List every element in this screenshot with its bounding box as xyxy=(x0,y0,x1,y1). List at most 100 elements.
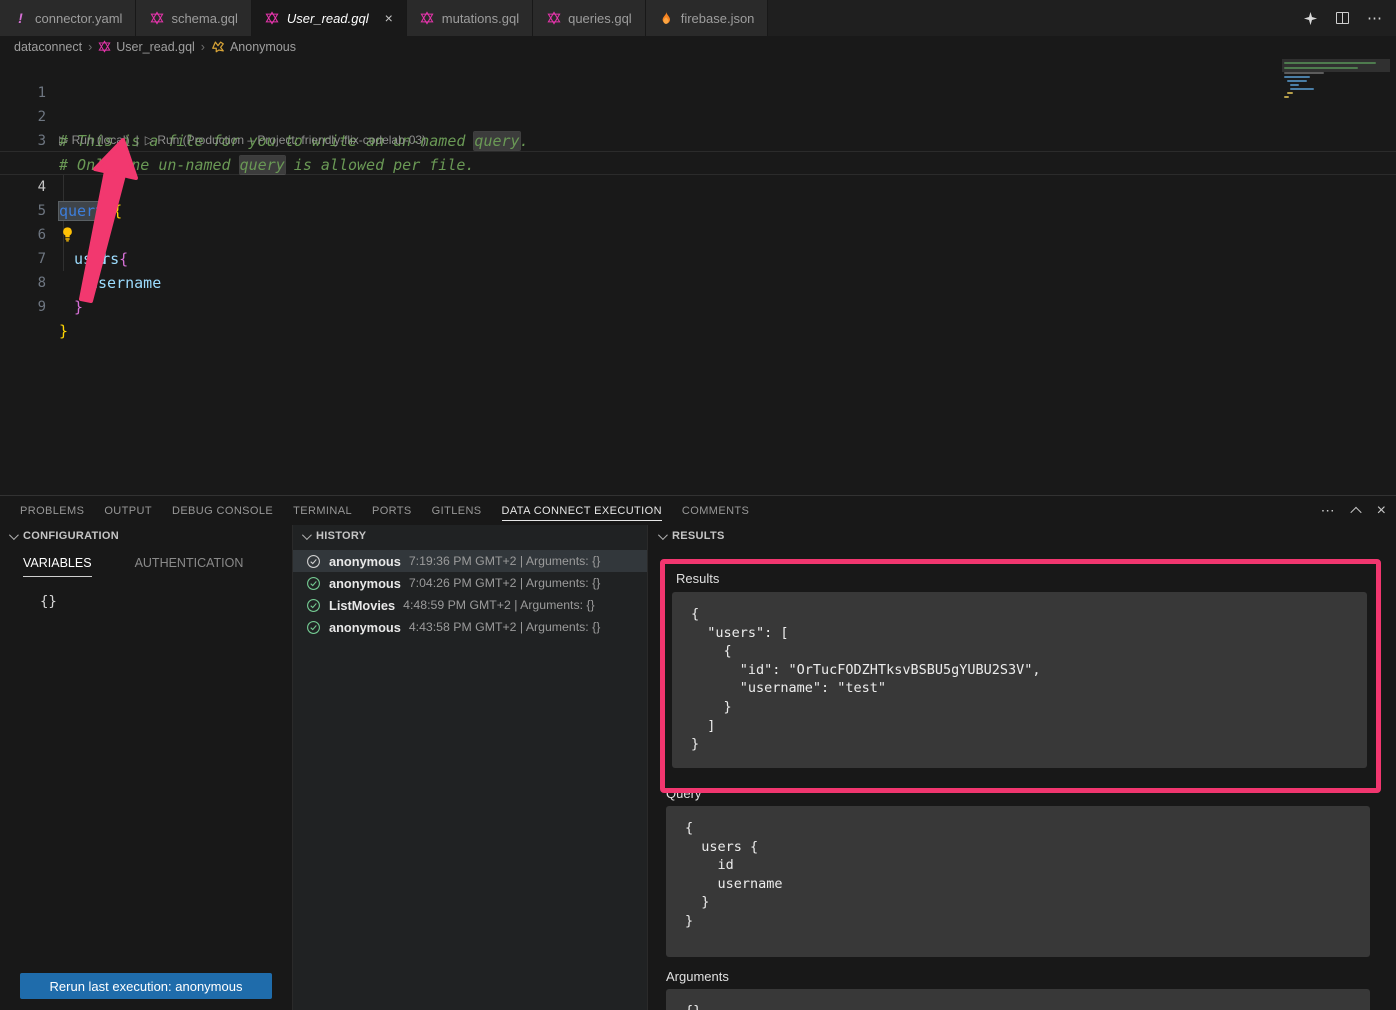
breadcrumb-item-symbol[interactable]: Anonymous xyxy=(230,40,296,54)
chevron-down-icon xyxy=(658,530,668,540)
breadcrumb-item-file[interactable]: User_read.gql xyxy=(116,40,195,54)
check-circle-icon xyxy=(306,554,321,569)
graphql-icon xyxy=(149,11,164,26)
tab-mutations-gql[interactable]: mutations.gql xyxy=(407,0,533,36)
tab-label: queries.gql xyxy=(568,11,632,26)
graphql-icon xyxy=(265,11,280,26)
results-json: { "users": [ { "id": "OrTucFODZHTksvBSBU… xyxy=(672,592,1367,754)
results-json-box: { "users": [ { "id": "OrTucFODZHTksvBSBU… xyxy=(672,592,1367,768)
check-circle-icon xyxy=(306,576,321,591)
tab-queries-gql[interactable]: queries.gql xyxy=(533,0,646,36)
tab-label: User_read.gql xyxy=(287,11,369,26)
graphql-icon xyxy=(98,40,111,53)
code-line-2: 2 # This is a file for you to write an u… xyxy=(0,81,1396,105)
yaml-warning-icon: ! xyxy=(13,11,28,26)
configuration-header[interactable]: CONFIGURATION xyxy=(0,525,292,547)
editor-tab-bar: ! connector.yaml schema.gql User_read.gq… xyxy=(0,0,1396,36)
breadcrumb-item-folder[interactable]: dataconnect xyxy=(14,40,82,54)
tab-authentication[interactable]: AUTHENTICATION xyxy=(135,556,244,577)
close-icon[interactable]: × xyxy=(385,11,393,25)
panel-controls: ⋯ × xyxy=(1321,496,1386,525)
close-brace: } xyxy=(59,322,68,340)
chevron-right-icon: › xyxy=(201,40,205,54)
annotation-highlight-box: Results { "users": [ { "id": "OrTucFODZH… xyxy=(660,559,1381,793)
query-text: { users { id username } } xyxy=(666,806,1370,931)
panel-tab-output[interactable]: OUTPUT xyxy=(94,496,162,525)
code-line-3: 3 # Only one un-named query is allowed p… xyxy=(0,105,1396,129)
tab-variables[interactable]: VARIABLES xyxy=(23,556,92,577)
minimap-slider[interactable] xyxy=(1282,59,1390,72)
history-section: HISTORY anonymous 7:19:36 PM GMT+2 | Arg… xyxy=(292,525,648,1010)
close-panel-icon[interactable]: × xyxy=(1377,502,1386,520)
split-editor-icon[interactable] xyxy=(1336,12,1349,24)
tab-firebase-json[interactable]: firebase.json xyxy=(646,0,769,36)
comment-text: . xyxy=(520,132,529,150)
tab-label: connector.yaml xyxy=(35,11,122,26)
code-line-4: 4 query { xyxy=(0,151,1396,175)
panel-tab-gitlens[interactable]: GITLENS xyxy=(422,496,492,525)
results-label: Results xyxy=(665,564,1376,586)
editor-actions: ⋯ xyxy=(1303,0,1396,36)
tab-user-read-gql[interactable]: User_read.gql × xyxy=(252,0,407,36)
panel-more-icon[interactable]: ⋯ xyxy=(1321,502,1335,519)
query-box: { users { id username } } xyxy=(666,806,1370,957)
panel-tab-data-connect-execution[interactable]: DATA CONNECT EXECUTION xyxy=(492,496,672,525)
symbol-operation-icon xyxy=(211,40,225,53)
code-line-9: 9 } xyxy=(0,271,1396,295)
highlighted-word: query xyxy=(474,132,519,150)
history-item[interactable]: anonymous 7:04:26 PM GMT+2 | Arguments: … xyxy=(293,572,647,594)
tab-label: schema.gql xyxy=(171,11,237,26)
panel-tab-bar: PROBLEMS OUTPUT DEBUG CONSOLE TERMINAL P… xyxy=(0,496,1306,525)
arguments-text: {} xyxy=(666,989,1370,1010)
panel-tab-ports[interactable]: PORTS xyxy=(362,496,422,525)
run-icon: ▷ xyxy=(59,133,68,147)
tab-connector-yaml[interactable]: ! connector.yaml xyxy=(0,0,136,36)
history-item[interactable]: anonymous 4:43:58 PM GMT+2 | Arguments: … xyxy=(293,616,647,638)
breadcrumb: dataconnect › User_read.gql › Anonymous xyxy=(0,36,1396,57)
maximize-panel-icon[interactable] xyxy=(1352,507,1360,515)
minimap[interactable] xyxy=(1282,59,1390,119)
results-header[interactable]: RESULTS xyxy=(649,525,1396,547)
graphql-icon xyxy=(546,11,561,26)
more-actions-icon[interactable]: ⋯ xyxy=(1367,9,1382,27)
variables-editor[interactable]: {} xyxy=(40,594,292,610)
code-line-1: 1 xyxy=(0,57,1396,81)
code-line-7: 7 username xyxy=(0,223,1396,247)
bottom-panel: PROBLEMS OUTPUT DEBUG CONSOLE TERMINAL P… xyxy=(0,495,1396,1010)
codelens-row: ▷ Run (local) | ▷ Run (Production – Projec… xyxy=(59,130,426,151)
check-circle-icon xyxy=(306,598,321,613)
rerun-button[interactable]: Rerun last execution: anonymous xyxy=(20,973,272,999)
history-header[interactable]: HISTORY xyxy=(293,525,647,547)
codelens-separator: | xyxy=(136,133,139,147)
panel-tab-debug-console[interactable]: DEBUG CONSOLE xyxy=(162,496,283,525)
code-editor[interactable]: 1 2 # This is a file for you to write an… xyxy=(0,57,1396,495)
arguments-label: Arguments xyxy=(666,969,729,984)
run-icon: ▷ xyxy=(145,133,154,147)
lightbulb-icon[interactable] xyxy=(60,178,75,194)
chevron-down-icon xyxy=(9,530,19,540)
results-title: RESULTS xyxy=(672,530,725,542)
panel-tab-problems[interactable]: PROBLEMS xyxy=(10,496,94,525)
code-line-5: 5 users{ xyxy=(0,175,1396,199)
line-number: 3 xyxy=(0,129,46,153)
line-number: 9 xyxy=(0,295,46,319)
chevron-down-icon xyxy=(302,530,312,540)
graphql-icon xyxy=(420,11,435,26)
results-section: RESULTS Results { "users": [ { "id": "Or… xyxy=(649,525,1396,1010)
run-local-link[interactable]: ▷ Run (local) xyxy=(59,133,130,147)
tab-schema-gql[interactable]: schema.gql xyxy=(136,0,251,36)
history-item[interactable]: ListMovies 4:48:59 PM GMT+2 | Arguments:… xyxy=(293,594,647,616)
panel-tab-terminal[interactable]: TERMINAL xyxy=(283,496,362,525)
code-line-8: 8 } xyxy=(0,247,1396,271)
history-title: HISTORY xyxy=(316,530,366,542)
tab-label: firebase.json xyxy=(681,11,755,26)
history-item[interactable]: anonymous 7:19:36 PM GMT+2 | Arguments: … xyxy=(293,550,647,572)
panel-tab-comments[interactable]: COMMENTS xyxy=(672,496,759,525)
arguments-box: {} xyxy=(666,989,1370,1010)
chevron-right-icon: › xyxy=(88,40,92,54)
sparkle-icon[interactable] xyxy=(1303,11,1318,26)
tab-label: mutations.gql xyxy=(442,11,519,26)
configuration-section: CONFIGURATION VARIABLES AUTHENTICATION {… xyxy=(0,525,292,1010)
configuration-title: CONFIGURATION xyxy=(23,530,119,542)
run-production-link[interactable]: ▷ Run (Production – Project: friendly-fl… xyxy=(145,133,426,147)
